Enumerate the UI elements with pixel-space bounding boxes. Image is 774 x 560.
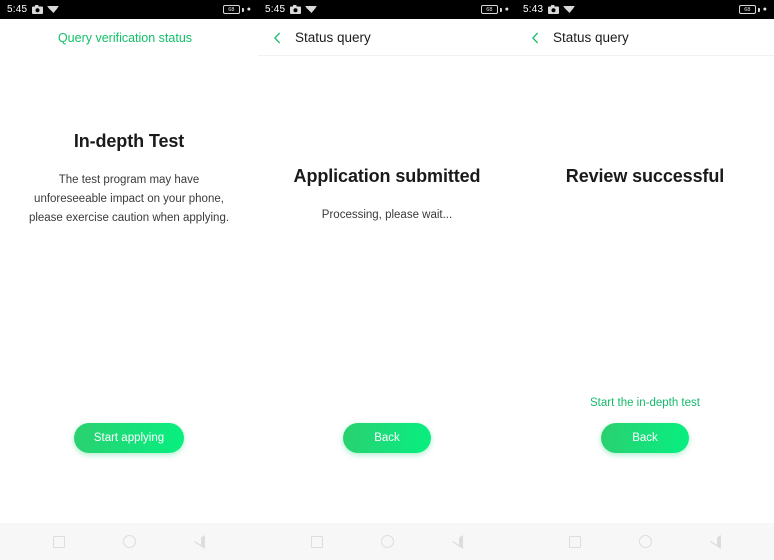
page-title: In-depth Test: [73, 131, 185, 151]
start-applying-button[interactable]: Start applying: [73, 423, 185, 453]
page-title-header: Status query: [295, 30, 371, 45]
battery-cap-icon: [500, 7, 502, 12]
battery-charging-icon: ●: [762, 6, 767, 13]
status-bar-battery: 68 ●: [223, 5, 251, 14]
page-title: Application submitted: [293, 166, 481, 186]
status-bar-clock: 5:45: [7, 3, 28, 15]
nav-back-button[interactable]: [174, 523, 224, 560]
nav-recents-button[interactable]: [550, 523, 600, 560]
battery-icon: 68: [739, 5, 757, 14]
battery-level-label: 68: [228, 6, 235, 13]
back-button[interactable]: Back: [601, 423, 689, 453]
nav-recents-button[interactable]: [34, 523, 84, 560]
status-bar-clock: 5:43: [523, 3, 544, 15]
nav-recents-button[interactable]: [292, 523, 342, 560]
system-nav-bar: [0, 523, 258, 560]
start-in-depth-test-link[interactable]: Start the in-depth test: [590, 397, 700, 409]
screen-application-submitted: 5:45 68 ● Status query Application submi…: [258, 0, 516, 560]
system-nav-bar: [516, 523, 774, 560]
chevron-left-icon[interactable]: [270, 31, 284, 45]
app-header: Status query: [258, 19, 516, 56]
wifi-signal-icon: [305, 6, 318, 13]
query-verification-status-link[interactable]: Query verification status: [12, 31, 246, 45]
footer-actions: Start the in-depth test Back: [516, 397, 774, 453]
battery-level-label: 68: [744, 6, 751, 13]
battery-icon: 68: [481, 5, 499, 14]
status-bar-battery: 68 ●: [481, 5, 509, 14]
screenshot-root: 5:45 68 ● Query verification status In-d…: [0, 0, 774, 560]
nav-home-button[interactable]: [620, 523, 670, 560]
back-button[interactable]: Back: [343, 423, 431, 453]
app-header: Query verification status: [0, 19, 258, 56]
status-bar-icons: [290, 5, 318, 14]
square-icon: [569, 535, 581, 548]
nav-home-button[interactable]: [362, 523, 412, 560]
status-bar: 5:45 68 ●: [0, 0, 258, 19]
camera-icon: [32, 5, 44, 14]
nav-back-button[interactable]: [432, 523, 482, 560]
camera-icon: [290, 5, 302, 14]
screen-content: Review successful Start the in-depth tes…: [516, 56, 774, 523]
page-status-text: Processing, please wait...: [321, 209, 453, 221]
square-icon: [53, 535, 65, 548]
nav-back-button[interactable]: [690, 523, 740, 560]
app-header: Status query: [516, 19, 774, 56]
status-bar-battery: 68 ●: [739, 5, 767, 14]
system-nav-bar: [258, 523, 516, 560]
screen-in-depth-test: 5:45 68 ● Query verification status In-d…: [0, 0, 258, 560]
chevron-left-icon[interactable]: [528, 31, 542, 45]
screen-content: In-depth Test The test program may have …: [0, 56, 258, 523]
battery-level-label: 68: [486, 6, 493, 13]
battery-charging-icon: ●: [246, 6, 251, 13]
battery-icon: 68: [223, 5, 241, 14]
circle-icon: [122, 535, 136, 548]
wifi-signal-icon: [47, 6, 60, 13]
battery-cap-icon: [242, 7, 244, 12]
triangle-left-icon: [193, 534, 205, 549]
footer-actions: Start applying: [0, 423, 258, 453]
screen-review-successful: 5:43 68 ● Status query Review successful…: [516, 0, 774, 560]
triangle-left-icon: [451, 534, 463, 549]
square-icon: [311, 535, 323, 548]
circle-icon: [380, 535, 394, 548]
status-bar-icons: [32, 5, 60, 14]
status-bar: 5:43 68 ●: [516, 0, 774, 19]
status-bar: 5:45 68 ●: [258, 0, 516, 19]
footer-actions: Back: [258, 423, 516, 453]
triangle-left-icon: [709, 534, 721, 549]
status-bar-icons: [548, 5, 576, 14]
page-title: Review successful: [565, 166, 725, 186]
page-title-header: Status query: [553, 30, 629, 45]
circle-icon: [638, 535, 652, 548]
page-description: The test program may have unforeseeable …: [28, 174, 230, 224]
battery-cap-icon: [758, 7, 760, 12]
battery-charging-icon: ●: [504, 6, 509, 13]
nav-home-button[interactable]: [104, 523, 154, 560]
camera-icon: [548, 5, 560, 14]
screen-content: Application submitted Processing, please…: [258, 56, 516, 523]
wifi-signal-icon: [563, 6, 576, 13]
status-bar-clock: 5:45: [265, 3, 286, 15]
